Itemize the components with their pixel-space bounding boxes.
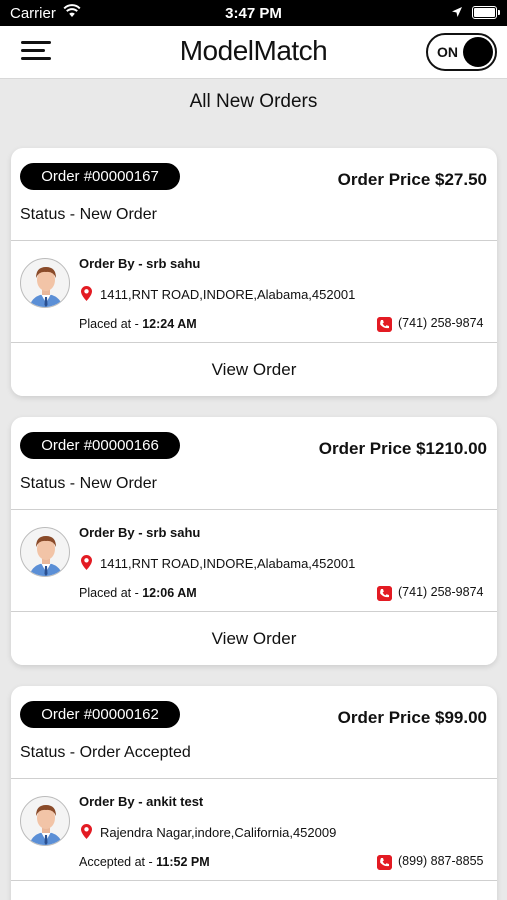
online-toggle[interactable]: ON bbox=[426, 33, 497, 71]
divider bbox=[11, 509, 497, 510]
order-number-badge: Order #00000167 bbox=[20, 163, 180, 190]
phone-number[interactable]: (741) 258-9874 bbox=[398, 585, 483, 599]
order-address: 1411,RNT ROAD,INDORE,Alabama,452001 bbox=[100, 287, 356, 302]
battery-icon bbox=[472, 6, 500, 19]
order-by: Order By - srb sahu bbox=[79, 256, 201, 271]
order-price: Order Price $99.00 bbox=[337, 708, 487, 727]
avatar-icon bbox=[20, 796, 70, 846]
phone-number[interactable]: (899) 887-8855 bbox=[398, 854, 483, 868]
order-price: Order Price $1210.00 bbox=[318, 439, 487, 458]
view-order-button[interactable]: View Order bbox=[11, 881, 497, 900]
placed-time: Placed at - 12:24 AM bbox=[79, 317, 197, 331]
toggle-label: ON bbox=[437, 44, 458, 60]
order-number-badge: Order #00000166 bbox=[20, 432, 180, 459]
phone-icon[interactable] bbox=[377, 317, 392, 332]
clock: 3:47 PM bbox=[225, 5, 282, 22]
map-pin-icon bbox=[81, 555, 92, 570]
map-pin-icon bbox=[81, 286, 92, 301]
order-card: Order #00000166 Order Price $1210.00 Sta… bbox=[11, 417, 497, 665]
order-status: Status - New Order bbox=[20, 206, 157, 223]
avatar-icon bbox=[20, 258, 70, 308]
accepted-time: Accepted at - 11:52 PM bbox=[79, 855, 210, 869]
nav-bar: ModelMatch ON bbox=[0, 26, 507, 79]
toggle-knob bbox=[463, 37, 493, 67]
view-order-button[interactable]: View Order bbox=[11, 343, 497, 396]
map-pin-icon bbox=[81, 824, 92, 839]
order-by: Order By - ankit test bbox=[79, 794, 204, 809]
order-status: Status - Order Accepted bbox=[20, 744, 191, 761]
page-title: All New Orders bbox=[189, 91, 318, 112]
phone-icon[interactable] bbox=[377, 855, 392, 870]
order-card: Order #00000167 Order Price $27.50 Statu… bbox=[11, 148, 497, 396]
phone-icon[interactable] bbox=[377, 586, 392, 601]
order-price: Order Price $27.50 bbox=[337, 170, 487, 189]
placed-time: Placed at - 12:06 AM bbox=[79, 586, 197, 600]
order-by: Order By - srb sahu bbox=[79, 525, 201, 540]
location-arrow-icon bbox=[452, 7, 462, 17]
order-status: Status - New Order bbox=[20, 475, 157, 492]
status-bar: Carrier 3:47 PM bbox=[0, 0, 507, 26]
view-order-button[interactable]: View Order bbox=[11, 612, 497, 665]
divider bbox=[11, 240, 497, 241]
order-card: Order #00000162 Order Price $99.00 Statu… bbox=[11, 686, 497, 900]
order-address: Rajendra Nagar,indore,California,452009 bbox=[100, 825, 337, 840]
avatar-icon bbox=[20, 527, 70, 577]
phone-number[interactable]: (741) 258-9874 bbox=[398, 316, 483, 330]
order-number-badge: Order #00000162 bbox=[20, 701, 180, 728]
divider bbox=[11, 778, 497, 779]
order-address: 1411,RNT ROAD,INDORE,Alabama,452001 bbox=[100, 556, 356, 571]
